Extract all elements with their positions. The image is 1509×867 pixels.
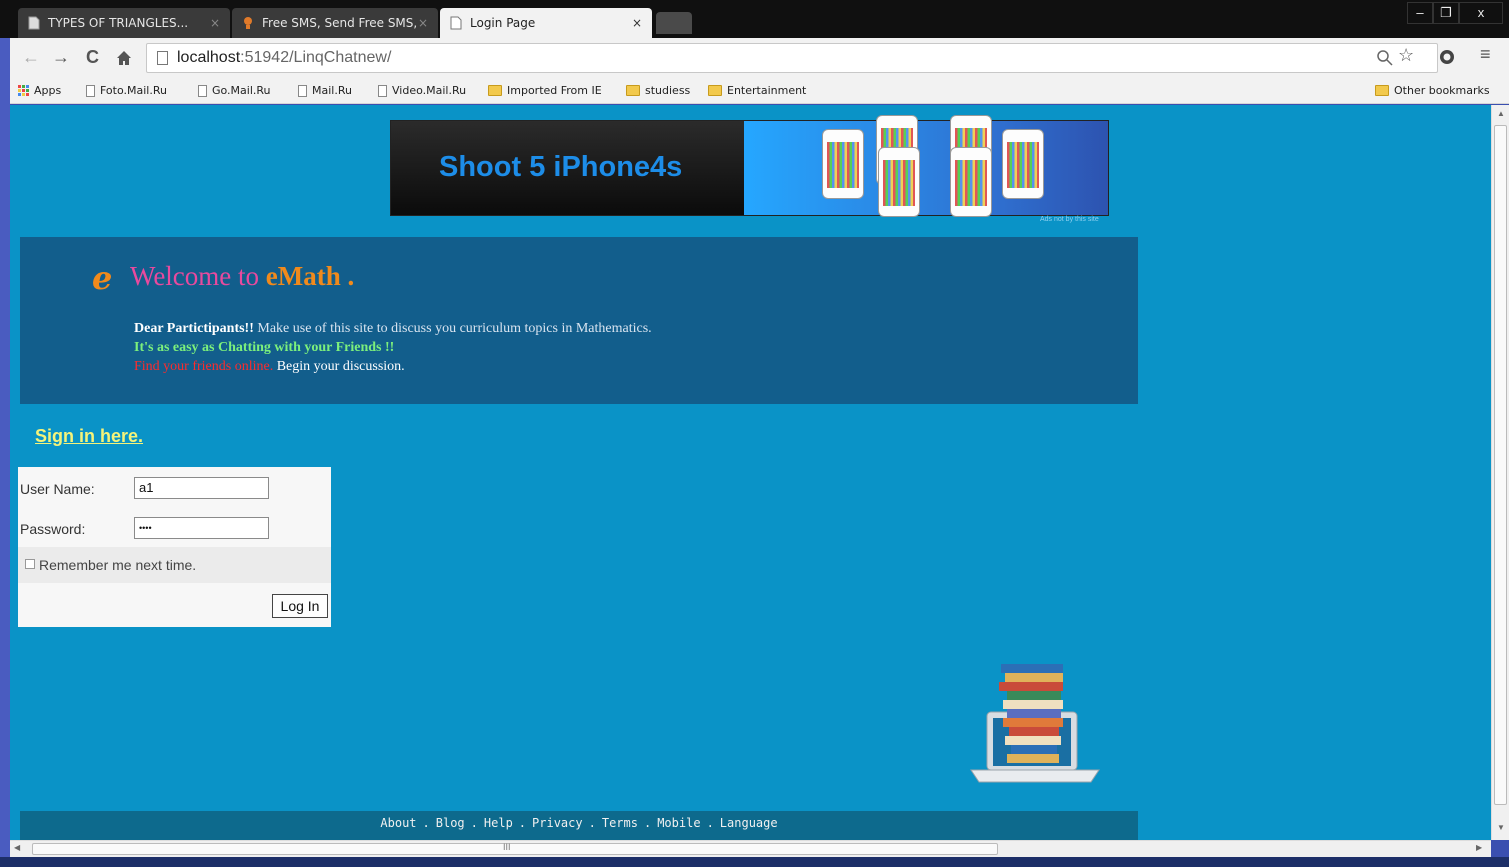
username-label: User Name:: [20, 481, 95, 497]
close-window-icon[interactable]: x: [1459, 2, 1503, 24]
sign-in-link[interactable]: Sign in here.: [35, 426, 143, 447]
footer-link-privacy[interactable]: Privacy: [532, 816, 583, 830]
scroll-up-icon[interactable]: ▲: [1497, 109, 1505, 118]
browser-toolbar: ← → C localhost:51942/LinqChatnew/ ☆ ≡: [10, 38, 1509, 78]
phone-image: [878, 147, 920, 217]
tab-types-of-triangles[interactable]: TYPES OF TRIANGLES... ×: [18, 8, 230, 38]
welcome-heading: Welcome to eMath .: [130, 261, 355, 291]
scroll-left-icon[interactable]: ◀: [14, 843, 20, 852]
welcome-message: Dear Partictipants!! Make use of this si…: [134, 321, 652, 374]
folder-icon: [1375, 85, 1389, 96]
restore-icon[interactable]: ❐: [1433, 2, 1459, 24]
tab-title: Free SMS, Send Free SMS,: [262, 16, 418, 30]
bookmark-foto-mail[interactable]: Foto.Mail.Ru: [86, 84, 167, 97]
ad-text-panel: Shoot 5 iPhone4s: [391, 121, 744, 215]
bookmark-mail[interactable]: Mail.Ru: [298, 84, 352, 97]
window-frame: [0, 0, 10, 867]
tab-free-sms[interactable]: Free SMS, Send Free SMS, ×: [232, 8, 438, 38]
emath-logo-icon: e: [92, 259, 113, 297]
reload-icon[interactable]: C: [86, 46, 99, 68]
sms-site-icon: [244, 17, 252, 29]
page-icon: [198, 84, 207, 97]
laptop-books-icon: [970, 664, 1100, 783]
home-icon[interactable]: [116, 50, 132, 66]
forward-arrow-icon[interactable]: →: [52, 46, 70, 68]
password-label: Password:: [20, 521, 86, 537]
page-icon: [86, 84, 95, 97]
minimize-icon[interactable]: –: [1407, 2, 1433, 24]
zoom-icon[interactable]: [1376, 49, 1394, 67]
welcome-panel: e Welcome to eMath . Dear Partictipants!…: [20, 237, 1138, 404]
tab-login-page[interactable]: Login Page ×: [440, 8, 652, 38]
star-icon[interactable]: ☆: [1398, 45, 1414, 66]
bookmark-imported-from-ie[interactable]: Imported From IE: [488, 84, 602, 97]
vertical-scrollbar[interactable]: ▲ ▼: [1491, 105, 1509, 840]
bookmark-entertainment[interactable]: Entertainment: [708, 84, 806, 97]
bookmark-video-mail[interactable]: Video.Mail.Ru: [378, 84, 466, 97]
banner-ad[interactable]: Shoot 5 iPhone4s: [390, 115, 1109, 217]
horizontal-scrollbar[interactable]: ◀ III ▶: [10, 840, 1491, 857]
remember-row: Remember me next time.: [18, 547, 331, 583]
scroll-down-icon[interactable]: ▼: [1497, 823, 1505, 832]
other-bookmarks[interactable]: Other bookmarks: [1375, 84, 1490, 97]
folder-icon: [626, 85, 640, 96]
bookmark-apps[interactable]: Apps: [18, 84, 61, 97]
brand-name: eMath .: [265, 261, 355, 291]
bookmark-go-mail[interactable]: Go.Mail.Ru: [198, 84, 271, 97]
new-tab-button[interactable]: [656, 12, 692, 34]
page-icon: [298, 84, 307, 97]
footer-link-blog[interactable]: Blog: [436, 816, 465, 830]
bookmark-studiess[interactable]: studiess: [626, 84, 690, 97]
footer-link-language[interactable]: Language: [720, 816, 778, 830]
remember-label[interactable]: Remember me next time.: [39, 557, 196, 573]
tab-title: Login Page: [470, 16, 536, 30]
apps-icon: [18, 85, 29, 96]
browser-titlebar: TYPES OF TRIANGLES... × Free SMS, Send F…: [0, 0, 1509, 38]
folder-icon: [488, 85, 502, 96]
page-icon: [28, 16, 40, 30]
scroll-right-icon[interactable]: ▶: [1476, 843, 1482, 852]
folder-icon: [708, 85, 722, 96]
tab-title: TYPES OF TRIANGLES...: [48, 16, 189, 30]
ad-disclaimer: Ads not by this site: [1040, 216, 1099, 223]
log-in-button[interactable]: Log In: [272, 594, 328, 618]
footer-bar: About. Blog. Help. Privacy. Terms. Mobile. Lan…: [20, 811, 1138, 840]
footer-link-about[interactable]: About: [380, 816, 416, 830]
close-icon[interactable]: ×: [418, 8, 428, 38]
footer-link-terms[interactable]: Terms: [602, 816, 638, 830]
password-input[interactable]: ••••: [134, 517, 269, 539]
greeting: Dear Partictipants!!: [134, 321, 254, 336]
back-arrow-icon[interactable]: ←: [22, 46, 40, 68]
extension-icon[interactable]: [1438, 48, 1456, 66]
ad-headline: Shoot 5 iPhone4s: [439, 151, 683, 183]
tagline: It's as easy as Chatting with your Frien…: [134, 340, 395, 355]
scroll-thumb[interactable]: III: [32, 842, 998, 855]
close-icon[interactable]: ×: [210, 8, 220, 38]
phone-image: [950, 147, 992, 217]
ad-image-panel: [744, 115, 1108, 217]
footer-link-help[interactable]: Help: [484, 816, 513, 830]
login-form: User Name: a1 Password: •••• Remember me…: [18, 467, 331, 627]
menu-icon[interactable]: ≡: [1480, 44, 1491, 65]
scroll-thumb[interactable]: [1494, 125, 1507, 805]
url-text: localhost:51942/LinqChatnew/: [177, 49, 392, 66]
bookmarks-bar: Apps Foto.Mail.Ru Go.Mail.Ru Mail.Ru Vid…: [10, 78, 1509, 104]
os-taskbar: [0, 857, 1509, 867]
footer-link-mobile[interactable]: Mobile: [657, 816, 700, 830]
window-controls: – ❐ x: [1407, 2, 1503, 24]
page-icon: [157, 51, 168, 65]
username-input[interactable]: a1: [134, 477, 269, 499]
page-icon: [378, 84, 387, 97]
page-viewport: Shoot 5 iPhone4s Ads not by this site e …: [10, 105, 1491, 840]
remember-checkbox[interactable]: [25, 559, 35, 569]
phone-image: [1002, 129, 1044, 199]
close-icon[interactable]: ×: [632, 8, 642, 38]
address-bar[interactable]: localhost:51942/LinqChatnew/: [146, 43, 1438, 73]
page-icon: [450, 16, 462, 30]
phone-image: [822, 129, 864, 199]
